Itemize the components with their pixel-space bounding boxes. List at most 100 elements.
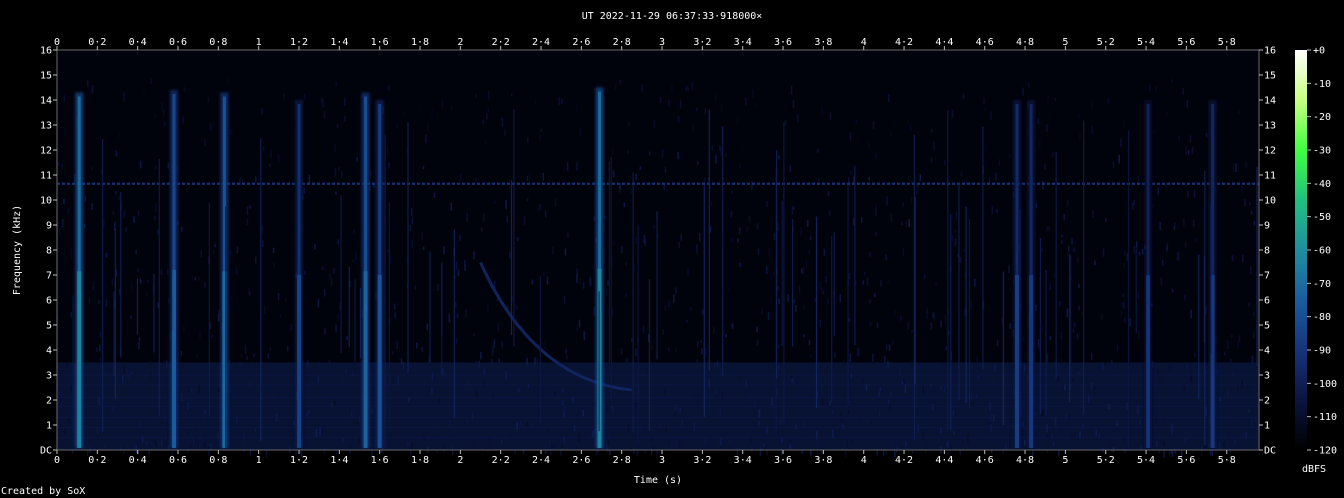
noise-speckle: [553, 441, 556, 451]
noise-speckle: [1171, 449, 1174, 457]
noise-speckle: [784, 120, 787, 126]
noise-speckle: [1185, 146, 1187, 156]
noise-speckle: [464, 264, 466, 272]
noise-speckle: [944, 314, 947, 324]
noise-speckle: [1094, 260, 1096, 266]
noise-speckle: [255, 175, 257, 183]
noise-speckle: [902, 202, 904, 207]
noise-speckle: [565, 349, 567, 354]
noise-speckle: [710, 201, 713, 206]
noise-speckle: [254, 427, 256, 432]
noise-speckle: [1111, 438, 1114, 447]
noise-speckle: [1247, 383, 1249, 388]
noise-speckle: [737, 238, 739, 243]
noise-speckle: [450, 105, 453, 111]
noise-speckle: [1133, 245, 1136, 254]
noise-speckle: [1235, 163, 1237, 173]
noise-speckle: [1249, 266, 1252, 275]
noise-speckle: [773, 270, 775, 277]
noise-speckle: [696, 107, 698, 111]
noise-speckle: [739, 227, 741, 235]
noise-speckle: [582, 409, 584, 417]
noise-speckle: [1046, 124, 1048, 132]
noise-speckle: [483, 368, 486, 375]
noise-speckle: [475, 361, 477, 367]
noise-speckle: [1156, 440, 1158, 448]
noise-speckle: [1129, 318, 1131, 326]
noise-speckle: [933, 313, 936, 321]
noise-speckle: [340, 171, 343, 178]
noise-speckle: [1231, 255, 1234, 262]
noise-speckle: [466, 419, 469, 424]
noise-speckle: [137, 377, 140, 384]
noise-speckle: [1187, 150, 1190, 155]
noise-speckle: [197, 440, 199, 448]
noise-speckle: [388, 162, 390, 169]
colorbar-tick-label: +0: [1313, 46, 1325, 57]
noise-speckle: [933, 141, 935, 151]
noise-speckle: [1063, 214, 1065, 221]
noise-speckle: [163, 359, 166, 365]
noise-speckle: [801, 437, 804, 445]
noise-speckle: [940, 320, 942, 328]
noise-speckle: [486, 113, 488, 120]
noise-speckle: [180, 351, 183, 356]
noise-speckle: [91, 203, 93, 211]
noise-speckle: [926, 312, 928, 320]
noise-speckle: [829, 112, 832, 120]
noise-speckle: [962, 439, 964, 445]
noise-speckle: [1194, 352, 1196, 357]
x-tick-label-bottom: 5·2: [1097, 455, 1115, 466]
noise-speckle: [1035, 426, 1037, 436]
noise-speckle: [1042, 435, 1045, 443]
noise-speckle: [1092, 209, 1094, 218]
y-tick-label-left: 15: [40, 71, 52, 82]
noise-speckle: [425, 134, 427, 144]
noise-speckle: [344, 115, 346, 122]
noise-speckle: [664, 389, 666, 396]
noise-speckle: [751, 181, 753, 190]
noise-speckle: [766, 266, 768, 275]
noise-speckle: [415, 343, 418, 349]
x-tick-label-top: 5: [1062, 37, 1068, 48]
noise-speckle: [1102, 362, 1104, 370]
colorbar-label: dBFS: [1302, 464, 1326, 475]
noise-speckle: [1184, 294, 1186, 301]
noise-speckle: [675, 403, 678, 411]
noise-speckle: [516, 237, 519, 242]
noise-speckle: [855, 119, 858, 124]
noise-speckle: [98, 396, 100, 405]
x-tick-label-top: 3·4: [734, 37, 752, 48]
noise-speckle: [70, 311, 72, 318]
colorbar-axis: +0 -10 -20 -30 -40 -50 -60 -70 -80 -90 -100 -110 -12…: [1307, 46, 1337, 457]
noise-speckle: [396, 340, 398, 350]
noise-speckle: [922, 431, 924, 440]
noise-speckle: [731, 238, 734, 243]
colorbar-tick-label: -10: [1313, 79, 1331, 90]
noise-speckle: [889, 404, 891, 413]
noise-speckle: [277, 292, 280, 301]
noise-speckle: [725, 333, 727, 338]
noise-speckle: [1226, 91, 1229, 97]
noise-speckle: [1218, 443, 1221, 450]
noise-speckle: [464, 259, 466, 266]
noise-speckle: [160, 439, 163, 447]
noise-speckle: [204, 138, 206, 147]
noise-speckle: [459, 173, 462, 182]
noise-speckle: [514, 448, 516, 454]
noise-speckle: [791, 206, 794, 215]
noise-speckle: [58, 435, 61, 439]
x-tick-label-bottom: 2·4: [532, 455, 550, 466]
noise-speckle: [338, 409, 340, 418]
x-tick-label-bottom: 4: [861, 455, 867, 466]
noise-speckle: [940, 384, 942, 391]
x-tick-label-top: 4·8: [1016, 37, 1034, 48]
noise-speckle: [635, 173, 637, 181]
noise-speckle: [1072, 378, 1074, 383]
noise-speckle: [696, 358, 698, 367]
x-tick-label-bottom: 4·8: [1016, 455, 1034, 466]
noise-speckle: [303, 93, 306, 100]
noise-speckle: [943, 386, 946, 394]
noise-speckle: [239, 362, 241, 366]
noise-speckle: [105, 253, 108, 258]
